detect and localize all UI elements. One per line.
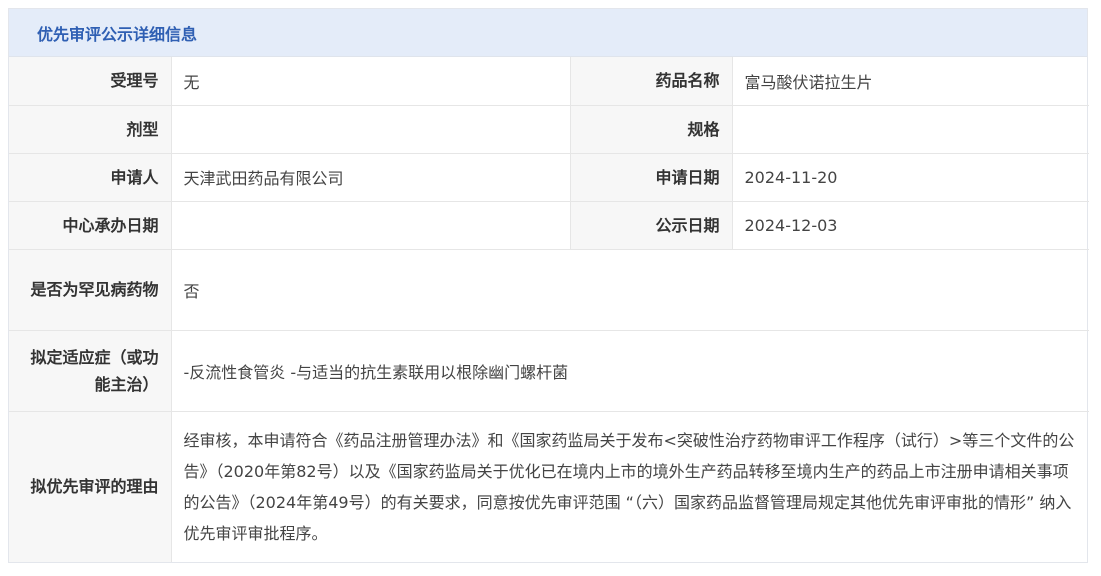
table-row: 申请人 天津武田药品有限公司 申请日期 2024-11-20 (9, 152, 1089, 202)
priority-review-detail-panel: 优先审评公示详细信息 受理号 无 药品名称 富马酸伏诺拉生片 剂型 规格 申请人… (8, 8, 1089, 563)
table-row: 中心承办日期 公示日期 2024-12-03 (9, 200, 1089, 250)
indication-label: 拟定适应症（或功能主治） (9, 329, 172, 412)
publish-date-label: 公示日期 (569, 200, 733, 250)
table-row: 受理号 无 药品名称 富马酸伏诺拉生片 (9, 57, 1089, 106)
panel-title: 优先审评公示详细信息 (9, 9, 1087, 57)
table-row: 拟定适应症（或功能主治） -反流性食管炎 -与适当的抗生素联用以根除幽门螺杆菌 (9, 329, 1089, 412)
reason-label: 拟优先审评的理由 (9, 410, 172, 562)
apply-date-label: 申请日期 (569, 152, 733, 202)
accept-no-label: 受理号 (9, 57, 172, 106)
rare-disease-label: 是否为罕见病药物 (9, 248, 172, 331)
applicant-value: 天津武田药品有限公司 (170, 152, 571, 202)
dosage-form-value (170, 104, 571, 154)
drug-name-label: 药品名称 (569, 57, 733, 106)
reason-value: 经审核，本申请符合《药品注册管理办法》和《国家药监局关于发布<突破性治疗药物审评… (170, 410, 1089, 562)
drug-name-value: 富马酸伏诺拉生片 (731, 57, 1089, 106)
indication-value: -反流性食管炎 -与适当的抗生素联用以根除幽门螺杆菌 (170, 329, 1089, 412)
table-row: 是否为罕见病药物 否 (9, 248, 1089, 331)
dosage-form-label: 剂型 (9, 104, 172, 154)
table-row: 剂型 规格 (9, 104, 1089, 154)
detail-table: 受理号 无 药品名称 富马酸伏诺拉生片 剂型 规格 申请人 天津武田药品有限公司… (9, 57, 1089, 562)
publish-date-value: 2024-12-03 (731, 200, 1089, 250)
spec-label: 规格 (569, 104, 733, 154)
rare-disease-value: 否 (170, 248, 1089, 331)
center-date-label: 中心承办日期 (9, 200, 172, 250)
spec-value (731, 104, 1089, 154)
table-row: 拟优先审评的理由 经审核，本申请符合《药品注册管理办法》和《国家药监局关于发布<… (9, 410, 1089, 562)
accept-no-value: 无 (170, 57, 571, 106)
center-date-value (170, 200, 571, 250)
applicant-label: 申请人 (9, 152, 172, 202)
apply-date-value: 2024-11-20 (731, 152, 1089, 202)
